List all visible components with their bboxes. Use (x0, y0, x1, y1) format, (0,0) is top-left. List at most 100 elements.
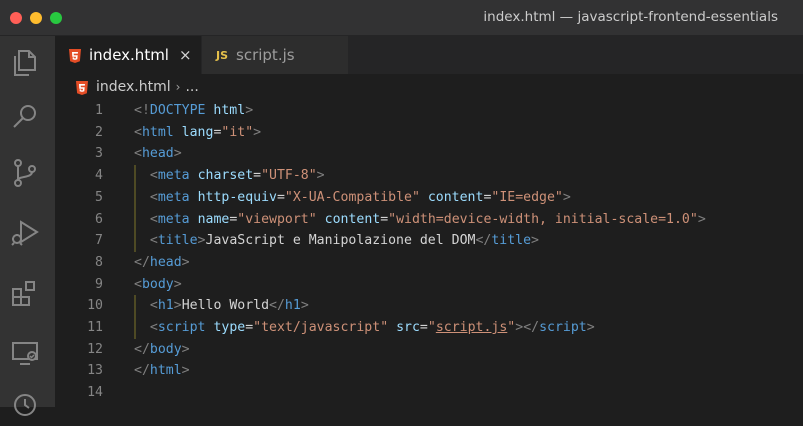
code-token: <! (134, 103, 150, 118)
code-token: "it" (221, 124, 254, 140)
code-text: <h1>Hello World</h1> (134, 295, 309, 317)
code-line[interactable]: 8 </head> (55, 252, 803, 274)
code-line[interactable]: 2 <html lang="it"> (55, 122, 803, 144)
code-line[interactable]: 4 <meta charset="UTF-8"> (55, 165, 803, 187)
code-line[interactable]: 9 <body> (55, 274, 803, 296)
line-number: 4 (95, 168, 103, 184)
code-token: > (531, 233, 539, 249)
line-number: 5 (95, 189, 103, 205)
line-number: 11 (87, 320, 103, 335)
code-line[interactable]: 6 <meta name="viewport" content="width=d… (55, 209, 803, 231)
code-token: < (149, 189, 158, 205)
code-text: <html lang="it"> (134, 122, 261, 144)
html5-icon (69, 48, 81, 63)
remote-explorer-icon[interactable] (8, 336, 42, 370)
code-text: <script type="text/javascript" src="scri… (134, 317, 595, 339)
line-number: 14 (87, 385, 103, 401)
code-token: meta (157, 211, 190, 227)
code-text: <title>JavaScript e Manipolazione del DO… (134, 230, 539, 252)
code-token: "X-UA-Compatible" (284, 189, 420, 205)
code-token: " (427, 320, 436, 335)
file-link[interactable]: script.js (436, 320, 507, 335)
code-text: </head> (134, 252, 190, 274)
code-line[interactable]: 13 </html> (55, 360, 803, 382)
files-icon[interactable] (8, 46, 42, 80)
code-token: h1 (157, 298, 174, 314)
code-line[interactable]: 7 <title>JavaScript e Manipolazione del … (55, 230, 803, 252)
code-line[interactable]: 5 <meta http-equiv="X-UA-Compatible" con… (55, 187, 803, 209)
code-token: title (157, 233, 198, 249)
code-token: > (253, 124, 262, 140)
tab-index-html[interactable]: index.html × (55, 36, 201, 74)
tab-script-js[interactable]: JS script.js (201, 36, 348, 74)
breadcrumb-symbol[interactable]: ... (185, 79, 198, 95)
code-text: <!DOCTYPE html> (134, 100, 253, 122)
code-line[interactable]: 3 <head> (55, 143, 803, 165)
code-token: Hello World (181, 298, 270, 314)
code-token: < (149, 320, 158, 335)
chevron-right-icon: › (175, 80, 181, 94)
code-token: src (396, 320, 420, 335)
code-token: = (253, 168, 262, 184)
code-token: DOCTYPE (149, 103, 206, 118)
code-token: > (316, 168, 325, 184)
close-icon[interactable]: × (179, 46, 192, 64)
code-token: meta (157, 168, 190, 184)
code-token: ></ (515, 320, 540, 335)
search-icon[interactable] (8, 100, 42, 134)
code-token: content (324, 211, 381, 227)
code-text: <meta http-equiv="X-UA-Compatible" conte… (134, 187, 571, 209)
code-text: <head> (134, 143, 182, 165)
window-title: index.html — javascript-frontend-essenti… (483, 9, 778, 25)
code-token: "UTF-8" (261, 168, 317, 184)
code-token: = (380, 211, 389, 227)
code-token: http-equiv (197, 189, 277, 205)
code-token: html (149, 363, 182, 379)
code-token: lang (181, 124, 214, 140)
code-token: > (562, 189, 571, 205)
code-token: > (586, 320, 595, 335)
timeline-icon[interactable] (8, 388, 42, 422)
code-token: = (419, 320, 428, 335)
code-text: <meta charset="UTF-8"> (134, 165, 325, 187)
code-text: </html> (134, 360, 190, 382)
line-number: 2 (95, 124, 103, 140)
html5-icon (76, 80, 88, 95)
code-line[interactable]: 10 <h1>Hello World</h1> (55, 295, 803, 317)
code-token: body (141, 276, 174, 292)
line-number: 12 (87, 341, 103, 357)
run-debug-icon[interactable] (8, 216, 42, 250)
js-icon: JS (216, 48, 229, 62)
code-line[interactable]: 11 <script type="text/javascript" src="s… (55, 317, 803, 339)
code-token: < (134, 276, 142, 292)
code-token: content (427, 189, 484, 205)
code-line[interactable]: 14 (55, 382, 803, 404)
code-token: html (213, 103, 246, 118)
tab-label: index.html (89, 46, 169, 64)
code-line[interactable]: 12 </body> (55, 339, 803, 361)
code-line[interactable]: 1 <!DOCTYPE html> (55, 100, 803, 122)
source-control-icon[interactable] (8, 156, 42, 190)
code-token: = (276, 189, 285, 205)
extensions-icon[interactable] (8, 276, 42, 310)
title-bar: index.html — javascript-frontend-essenti… (0, 0, 803, 36)
breadcrumb-file[interactable]: index.html (96, 79, 171, 95)
line-number: 7 (95, 233, 103, 249)
code-token: meta (157, 189, 190, 205)
line-number: 13 (87, 363, 103, 379)
breadcrumb: index.html › ... (55, 74, 803, 100)
code-token: name (197, 211, 230, 227)
code-editor[interactable]: 1 <!DOCTYPE html> 2 <html lang="it"> 3 <head>… (55, 100, 803, 407)
code-token: < (134, 146, 142, 162)
code-token: "viewport" (237, 211, 317, 227)
